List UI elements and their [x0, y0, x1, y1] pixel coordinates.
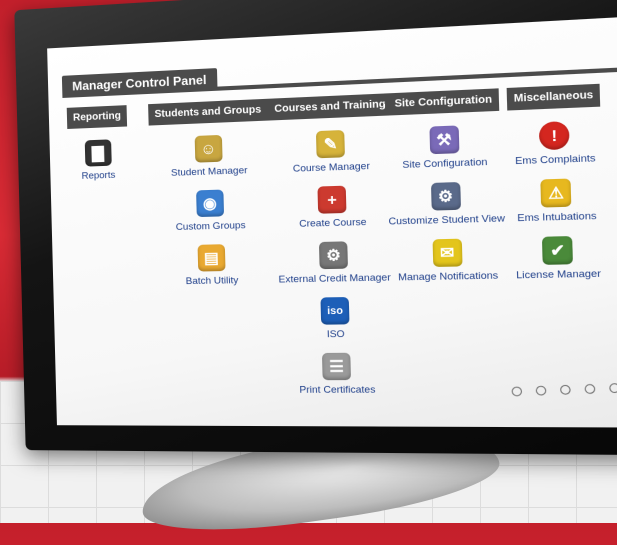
menu-item-manage-notifications[interactable]: ✉ Manage Notifications [397, 238, 498, 284]
power-button[interactable] [511, 386, 523, 397]
column-courses-and-training: Courses and Training ✎ Course Manager + … [267, 93, 401, 396]
folder-icon: ▤ [197, 244, 226, 272]
screen: Manager Control Panel Reporting ▇ Report… [47, 17, 617, 428]
warning-icon: ⚠ [540, 178, 572, 208]
minus-button[interactable] [584, 383, 596, 395]
column-students-and-groups: Students and Groups ☺ Student Manager ◉ … [148, 98, 272, 288]
column-header: Site Configuration [387, 88, 500, 116]
add-course-icon: + [317, 185, 347, 214]
item-label: Manage Notifications [398, 270, 499, 284]
item-label: Print Certificates [299, 384, 376, 396]
menu-item-ems-complaints[interactable]: ! Ems Complaints [514, 120, 596, 167]
item-label: Batch Utility [185, 274, 239, 288]
item-label: Course Manager [292, 160, 371, 175]
item-label: Ems Intubations [517, 210, 597, 225]
envelope-icon: ✉ [432, 238, 463, 267]
alert-icon: ! [538, 120, 570, 151]
item-label: Custom Groups [175, 219, 246, 234]
menu-button[interactable] [535, 385, 547, 396]
plus-button[interactable] [608, 383, 617, 394]
column-site-configuration: Site Configuration ⚒ Site Configuration … [385, 88, 507, 284]
menu-item-create-course[interactable]: + Create Course [298, 185, 367, 230]
menu-item-license-manager[interactable]: ✔ License Manager [515, 235, 602, 282]
menu-item-reports[interactable]: ▇ Reports [81, 139, 116, 182]
gear-icon: ⚙ [319, 241, 349, 270]
notebook-icon: ✎ [316, 129, 346, 159]
menu-item-site-configuration[interactable]: ⚒ Site Configuration [401, 124, 488, 172]
menu-item-ems-intubations[interactable]: ⚠ Ems Intubations [516, 178, 597, 225]
config-icon: ⚒ [429, 125, 460, 155]
item-label: ISO [326, 328, 345, 341]
group-icon: ◉ [195, 189, 224, 218]
chart-icon: ▇ [84, 139, 112, 167]
item-label: Reports [81, 169, 116, 182]
column-header: Students and Groups [148, 98, 268, 126]
menu-item-external-credit-manager[interactable]: ⚙ External Credit Manager [278, 240, 391, 286]
item-label: Customize Student View [388, 212, 506, 228]
monitor: Manager Control Panel Reporting ▇ Report… [0, 0, 617, 545]
item-label: Student Manager [170, 164, 248, 179]
column-header: Courses and Training [267, 93, 393, 121]
menu-item-print-certificates[interactable]: ☰ Print Certificates [298, 352, 376, 396]
column-reporting: Reporting ▇ Reports [66, 105, 129, 182]
item-label: External Credit Manager [278, 272, 391, 286]
item-label: Site Configuration [402, 156, 488, 172]
column-header: Reporting [66, 105, 128, 129]
certificate-icon: ☰ [322, 352, 352, 381]
input-button[interactable] [559, 384, 571, 395]
menu-item-customize-student-view[interactable]: ⚙ Customize Student View [388, 181, 506, 228]
menu-item-student-manager[interactable]: ☺ Student Manager [170, 134, 248, 179]
license-icon: ✔ [542, 236, 574, 265]
customize-icon: ⚙ [430, 182, 461, 211]
item-label: License Manager [515, 268, 602, 282]
menu-item-batch-utility[interactable]: ▤ Batch Utility [185, 244, 239, 287]
item-label: Create Course [299, 216, 367, 230]
column-header: Miscellaneous [506, 83, 601, 111]
smiley-folder-icon: ☺ [194, 134, 223, 163]
column-miscellaneous: Miscellaneous ! Ems Complaints ⚠ Ems Int… [506, 83, 606, 282]
menu-item-course-manager[interactable]: ✎ Course Manager [292, 129, 370, 175]
monitor-bezel: Manager Control Panel Reporting ▇ Report… [14, 0, 617, 456]
iso-icon: iso [320, 297, 350, 325]
item-label: Ems Complaints [514, 152, 596, 168]
menu-item-custom-groups[interactable]: ◉ Custom Groups [175, 189, 246, 233]
menu-item-iso[interactable]: iso ISO [320, 297, 351, 341]
